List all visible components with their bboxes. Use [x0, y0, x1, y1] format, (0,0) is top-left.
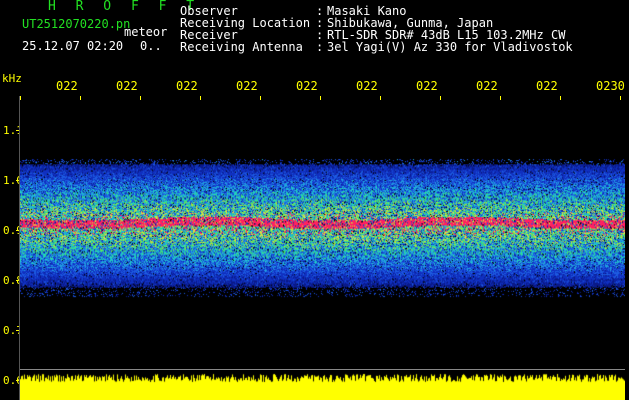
antenna-sep: : — [316, 40, 324, 54]
hrofft-screen: H R O F F T UT2512070220.pn meteor 25.12… — [0, 0, 629, 400]
time-label: 022 — [116, 79, 138, 93]
time-label: 022 — [176, 79, 198, 93]
date-time: 25.12.07 02:20 — [22, 39, 124, 53]
spectrogram-waterfall — [20, 100, 625, 380]
file-name: UT2512070220.pn — [22, 17, 131, 31]
time-label: 022 — [476, 79, 498, 93]
time-label: 0230 — [596, 79, 625, 93]
time-label: 022 — [356, 79, 378, 93]
frequency-unit-label: kHz — [2, 72, 22, 85]
meteor-count: 0.. — [140, 39, 162, 53]
time-label: 022 — [56, 79, 78, 93]
time-label: 022 — [536, 79, 558, 93]
time-label: 022 — [296, 79, 318, 93]
app-title: H R O F F T — [48, 0, 201, 14]
meteor-label: meteor — [124, 25, 168, 39]
signal-level-trace — [20, 370, 625, 400]
time-label: 022 — [236, 79, 258, 93]
antenna-value: 3el Yagi(V) Az 330 for Vladivostok — [327, 40, 573, 54]
time-label: 022 — [416, 79, 438, 93]
antenna-key: Receiving Antenna — [180, 40, 303, 54]
